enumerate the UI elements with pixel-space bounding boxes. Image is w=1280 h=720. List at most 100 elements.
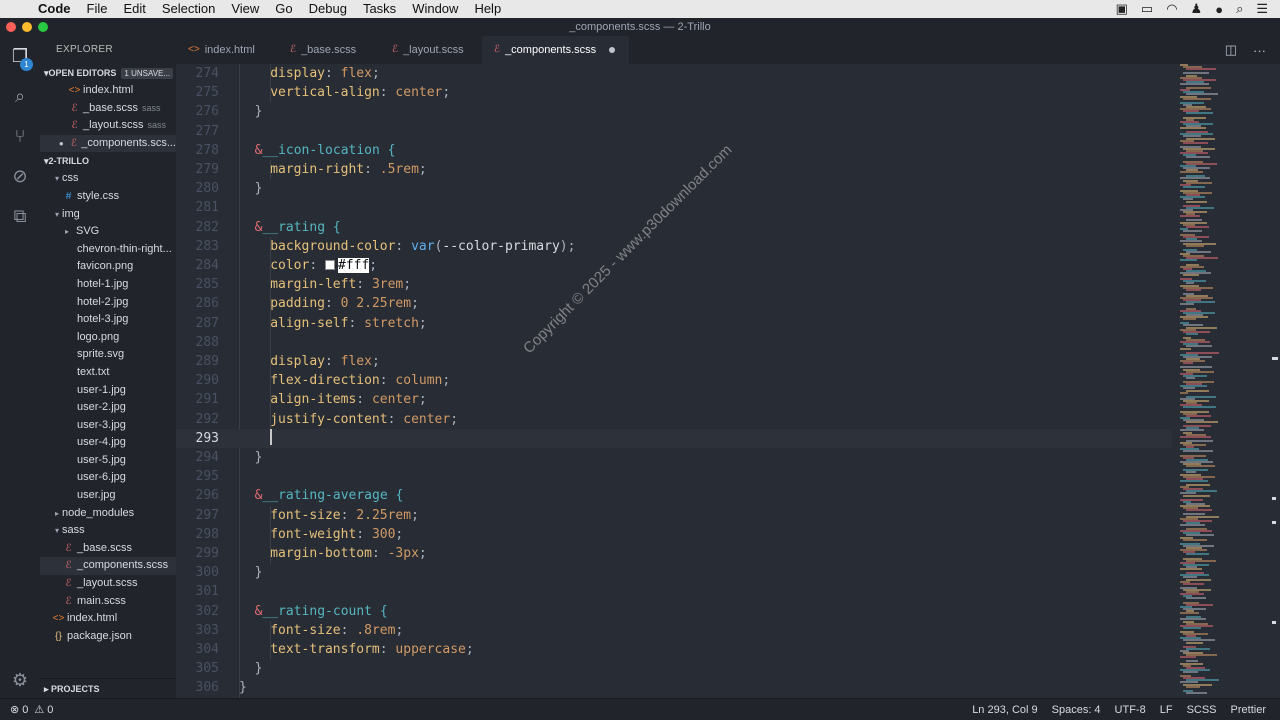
open-editor-item[interactable]: <> index.html <box>40 82 176 100</box>
file-item[interactable]: hotel-1.jpg <box>40 276 176 294</box>
code-line[interactable]: 306} <box>176 678 1172 697</box>
open-editors-section[interactable]: ▾ OPEN EDITORS 1 UNSAVE... <box>40 64 176 82</box>
user-icon[interactable]: ● <box>1215 2 1223 17</box>
file-item[interactable]: favicon.png <box>40 258 176 276</box>
file-item[interactable]: text.txt <box>40 364 176 382</box>
notification-list-icon[interactable]: ☰ <box>1256 1 1268 17</box>
file-item[interactable]: user-6.jpg <box>40 469 176 487</box>
tab-index-html[interactable]: <> index.html <box>176 36 278 64</box>
code-line[interactable]: 296 &__rating-average { <box>176 486 1172 505</box>
code-line[interactable]: 276} <box>176 102 1172 121</box>
tab-components-scss[interactable]: ℰ _components.scss <box>482 36 630 64</box>
file-item[interactable]: hotel-3.jpg <box>40 311 176 329</box>
search-icon[interactable]: ⌕ <box>8 84 32 108</box>
tab-base-scss[interactable]: ℰ _base.scss <box>278 36 380 64</box>
code-line[interactable]: 297 font-size: 2.25rem; <box>176 506 1172 525</box>
project-section[interactable]: ▾ 2-TRILLO <box>40 152 176 170</box>
code-line[interactable]: 295 <box>176 467 1172 486</box>
indentation[interactable]: Spaces: 4 <box>1052 704 1101 716</box>
code-line[interactable]: 293 <box>176 428 1172 448</box>
code-line[interactable]: 299 margin-bottom: -3px; <box>176 544 1172 563</box>
code-line[interactable]: 294} <box>176 448 1172 467</box>
file-item[interactable]: user-2.jpg <box>40 399 176 417</box>
share-icon[interactable]: ♟ <box>1191 1 1203 17</box>
spotlight-search-icon[interactable]: ⌕ <box>1236 1 1243 17</box>
folder-css[interactable]: ▾ css <box>40 170 176 188</box>
file-item[interactable]: chevron-thin-right... <box>40 241 176 259</box>
file-item[interactable]: ℰmain.scss <box>40 593 176 611</box>
code-line[interactable]: 277 <box>176 122 1172 141</box>
menu-help[interactable]: Help <box>466 0 509 18</box>
unsaved-dot-icon[interactable]: ● <box>56 135 67 153</box>
file-item[interactable]: ℰ _layout.scss <box>40 575 176 593</box>
code-line[interactable]: 283 background-color: var(--color-primary… <box>176 237 1172 256</box>
end-of-line[interactable]: LF <box>1160 704 1173 716</box>
file-item[interactable]: logo.png <box>40 329 176 347</box>
code-line[interactable]: 281 <box>176 198 1172 217</box>
menu-edit[interactable]: Edit <box>115 0 153 18</box>
code-line[interactable]: 282 &__rating { <box>176 218 1172 237</box>
code-line[interactable]: 300} <box>176 563 1172 582</box>
open-editor-item-active[interactable]: ● ℰ _components.scs... <box>40 134 176 153</box>
code-line[interactable]: 304 text-transform: uppercase; <box>176 640 1172 659</box>
file-item[interactable]: user-5.jpg <box>40 452 176 470</box>
maximize-window-icon[interactable] <box>38 22 48 32</box>
split-editor-icon[interactable]: ◫ <box>1225 42 1237 58</box>
more-actions-icon[interactable]: ··· <box>1253 43 1266 58</box>
code-line[interactable]: 289 display: flex; <box>176 352 1172 371</box>
code-line[interactable]: 290 flex-direction: column; <box>176 371 1172 390</box>
code-line[interactable]: 305} <box>176 659 1172 678</box>
file-item[interactable]: user.jpg <box>40 487 176 505</box>
code-line[interactable]: 303 font-size: .8rem; <box>176 621 1172 640</box>
screen-record-icon[interactable]: ▣ <box>1116 1 1128 17</box>
code-line[interactable]: 279 margin-right: .5rem; <box>176 160 1172 179</box>
code-line[interactable]: 288 <box>176 333 1172 352</box>
file-item[interactable]: user-1.jpg <box>40 382 176 400</box>
folder-sass[interactable]: ▾ sass <box>40 522 176 540</box>
tab-layout-scss[interactable]: ℰ _layout.scss <box>380 36 482 64</box>
source-control-icon[interactable]: ⑂ <box>8 124 32 148</box>
menu-selection[interactable]: Selection <box>154 0 223 18</box>
errors-count[interactable]: ⊗ 0 <box>10 703 28 716</box>
file-item[interactable]: user-3.jpg <box>40 417 176 435</box>
menu-app[interactable]: Code <box>34 0 79 18</box>
menu-window[interactable]: Window <box>404 0 466 18</box>
code-line[interactable]: 291 align-items: center; <box>176 390 1172 409</box>
code-editor[interactable]: 274 display: flex; 275 vertical-align: cent… <box>176 64 1280 698</box>
minimap[interactable] <box>1174 64 1268 698</box>
code-line[interactable]: 275 vertical-align: center; <box>176 83 1172 102</box>
code-line[interactable]: 278 &__icon-location { <box>176 141 1172 160</box>
extensions-icon[interactable]: ⧉ <box>8 204 32 228</box>
code-line[interactable]: 280} <box>176 179 1172 198</box>
file-style-css[interactable]: # style.css <box>40 188 176 206</box>
folder-node-modules[interactable]: ▸ node_modules <box>40 505 176 523</box>
unsaved-dot-icon[interactable] <box>609 47 616 53</box>
menu-debug[interactable]: Debug <box>301 0 355 18</box>
code-line[interactable]: 274 display: flex; <box>176 64 1172 83</box>
file-index-html[interactable]: <> index.html <box>40 610 176 628</box>
formatter[interactable]: Prettier <box>1231 704 1266 716</box>
wifi-icon[interactable]: ◠ <box>1166 1 1177 17</box>
code-line[interactable]: 298 font-weight: 300; <box>176 525 1172 544</box>
code-line[interactable]: 285 margin-left: 3rem; <box>176 275 1172 294</box>
open-editor-item[interactable]: ℰ _base.scss sass <box>40 100 176 118</box>
file-item[interactable]: ℰ _base.scss <box>40 540 176 558</box>
file-item[interactable]: ℰ _components.scss <box>40 557 176 576</box>
scrollbar-marker[interactable] <box>1272 357 1278 360</box>
code-line[interactable]: 287 align-self: stretch; <box>176 314 1172 333</box>
menu-go[interactable]: Go <box>267 0 300 18</box>
debug-icon[interactable]: ⊘ <box>8 164 32 188</box>
folder-img[interactable]: ▾ img <box>40 206 176 224</box>
menu-view[interactable]: View <box>223 0 267 18</box>
projects-section[interactable]: ▸ PROJECTS <box>40 678 176 698</box>
minimize-window-icon[interactable] <box>22 22 32 32</box>
code-line[interactable]: 292 justify-content: center; <box>176 410 1172 429</box>
file-item[interactable]: hotel-2.jpg <box>40 294 176 312</box>
file-package-json[interactable]: {} package.json <box>40 628 176 646</box>
color-swatch-icon[interactable] <box>324 260 335 270</box>
file-item[interactable]: sprite.svg <box>40 346 176 364</box>
menu-file[interactable]: File <box>79 0 116 18</box>
settings-gear-icon[interactable]: ⚙ <box>8 668 32 692</box>
code-line[interactable]: 302 &__rating-count { <box>176 602 1172 621</box>
open-editor-item[interactable]: ℰ _layout.scss sass <box>40 117 176 135</box>
